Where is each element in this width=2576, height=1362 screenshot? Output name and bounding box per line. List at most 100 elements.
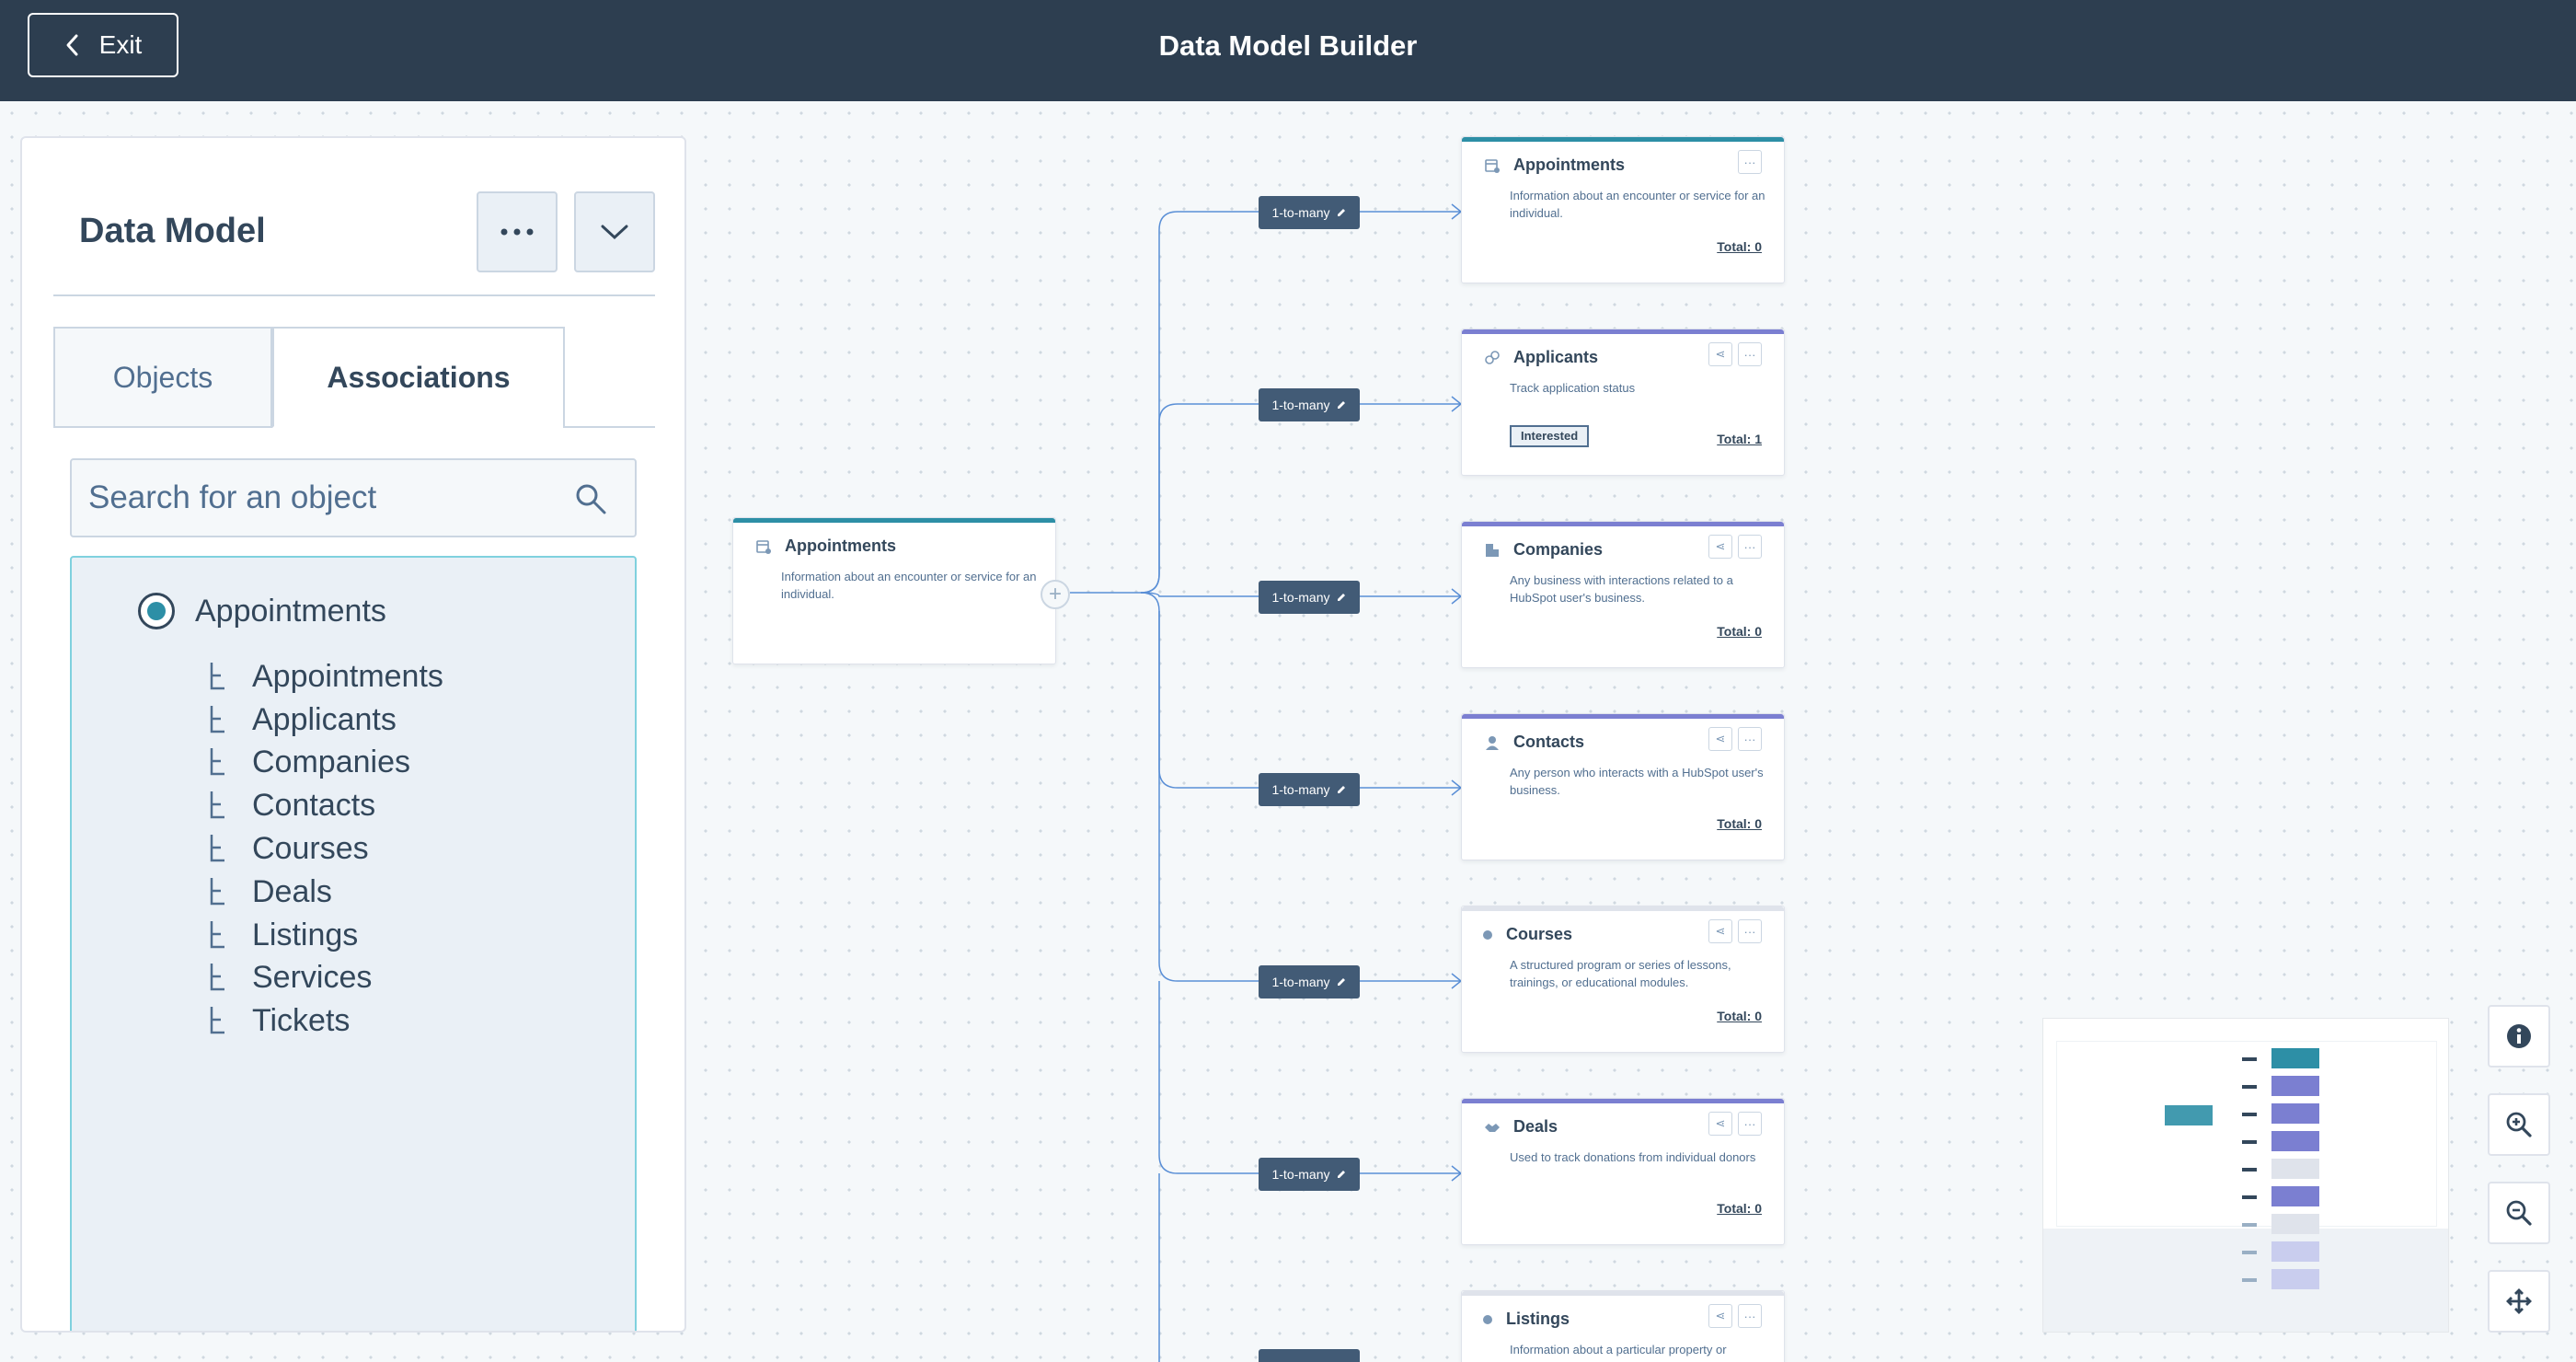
pan-button[interactable]: [2488, 1270, 2550, 1333]
search-input[interactable]: [88, 475, 567, 521]
edge-label-text: 1-to-many: [1271, 398, 1330, 412]
target-card-courses[interactable]: Courses ⋖ ··· A structured program or se…: [1461, 906, 1785, 1053]
card-description: Any person who interacts with a HubSpot …: [1510, 766, 1764, 797]
pencil-icon: [1337, 401, 1345, 409]
card-accent-bar: [733, 518, 1055, 523]
branch-icon: [210, 963, 224, 990]
pencil-icon: [1337, 978, 1345, 986]
card-more-button[interactable]: ···: [1738, 919, 1762, 943]
tree-item[interactable]: Appointments: [208, 659, 443, 695]
ellipsis-icon: [500, 228, 534, 236]
edge-label-text: 1-to-many: [1271, 590, 1330, 605]
edge-label[interactable]: 1-to-many: [1259, 581, 1360, 614]
card-title: Appointments: [785, 537, 896, 555]
tree-item-label: Companies: [252, 744, 410, 779]
card-accent-bar: [1462, 1099, 1784, 1103]
branch-icon: [210, 877, 224, 905]
card-more-button[interactable]: ···: [1738, 150, 1762, 174]
calendar-icon: [1485, 159, 1500, 173]
card-title: Contacts: [1513, 733, 1585, 751]
share-icon[interactable]: ⋖: [1708, 1112, 1732, 1136]
target-card-deals[interactable]: Deals ⋖ ··· Used to track donations from…: [1461, 1098, 1785, 1245]
card-accent-bar: [1462, 906, 1784, 911]
card-more-button[interactable]: ···: [1738, 342, 1762, 366]
card-more-button[interactable]: ···: [1738, 1112, 1762, 1136]
top-bar: Exit Data Model Builder: [0, 0, 2576, 101]
card-total[interactable]: Total: 0: [1717, 624, 1762, 639]
share-icon[interactable]: ⋖: [1708, 919, 1732, 943]
card-accent-bar: [1462, 137, 1784, 142]
card-title: Applicants: [1513, 348, 1599, 366]
zoom-in-icon: [2506, 1112, 2532, 1137]
card-more-button[interactable]: ···: [1738, 727, 1762, 751]
tree-item-label: Applicants: [252, 702, 397, 737]
selected-radio[interactable]: [138, 593, 175, 629]
add-association-button[interactable]: +: [1041, 580, 1070, 609]
edge-label[interactable]: 1-to-many: [1259, 1158, 1360, 1191]
link-icon: [1485, 351, 1500, 364]
target-card-listings[interactable]: Listings ⋖ ··· Information about a parti…: [1461, 1290, 1785, 1362]
card-total[interactable]: Total: 0: [1717, 1009, 1762, 1023]
card-total[interactable]: Total: 0: [1717, 239, 1762, 254]
card-description: Track application status: [1510, 381, 1636, 395]
card-description: A structured program or series of lesson…: [1510, 958, 1731, 989]
tree-item[interactable]: Services: [208, 960, 372, 996]
card-more-button[interactable]: ···: [1738, 535, 1762, 559]
card-description: Information about an encounter or servic…: [1510, 189, 1765, 220]
minimap[interactable]: [2042, 1018, 2449, 1333]
handshake-icon: [1485, 1124, 1500, 1132]
building-icon: [1486, 544, 1499, 557]
zoom-out-button[interactable]: [2488, 1182, 2550, 1244]
tree-item-label: Courses: [252, 831, 369, 866]
chevron-down-icon: [601, 225, 628, 240]
tab-associations[interactable]: Associations: [272, 327, 565, 428]
share-icon[interactable]: ⋖: [1708, 727, 1732, 751]
target-card-appointments[interactable]: Appointments ··· Information about an en…: [1461, 136, 1785, 283]
object-search: [70, 458, 637, 537]
tree-item[interactable]: Applicants: [208, 702, 397, 738]
pencil-icon: [1337, 1171, 1345, 1178]
card-accent-bar: [1462, 329, 1784, 334]
edge-label[interactable]: [1259, 1349, 1360, 1362]
card-total[interactable]: Total: 1: [1717, 432, 1762, 446]
tree-item[interactable]: Listings: [208, 918, 358, 953]
move-icon: [2506, 1288, 2532, 1314]
tree-item[interactable]: Contacts: [208, 788, 375, 824]
tree-item-label: Appointments: [252, 659, 443, 694]
tree-item-label: Deals: [252, 874, 332, 909]
card-total[interactable]: Total: 0: [1717, 1201, 1762, 1216]
tree-root-object[interactable]: Appointments: [138, 593, 386, 629]
branch-icon: [210, 662, 224, 689]
card-total[interactable]: Total: 0: [1717, 816, 1762, 831]
tree-item[interactable]: Tickets: [208, 1003, 350, 1039]
collapse-panel-button[interactable]: [574, 191, 655, 272]
zoom-in-button[interactable]: [2488, 1093, 2550, 1156]
tree-item[interactable]: Deals: [208, 874, 332, 910]
card-more-button[interactable]: ···: [1738, 1304, 1762, 1328]
app-title: Data Model Builder: [1158, 29, 1418, 62]
search-icon[interactable]: [574, 482, 607, 515]
branch-icon: [210, 705, 224, 733]
info-button[interactable]: [2488, 1005, 2550, 1068]
share-icon[interactable]: ⋖: [1708, 342, 1732, 366]
edge-label[interactable]: 1-to-many: [1259, 196, 1360, 229]
branch-icon: [210, 834, 224, 861]
tree-item[interactable]: Courses: [208, 831, 369, 867]
edge-label-text: 1-to-many: [1271, 975, 1330, 989]
target-card-companies[interactable]: Companies ⋖ ··· Any business with intera…: [1461, 521, 1785, 668]
more-options-button[interactable]: [477, 191, 558, 272]
target-card-contacts[interactable]: Contacts ⋖ ··· Any person who interacts …: [1461, 713, 1785, 860]
pencil-icon: [1337, 594, 1345, 601]
card-description: Information about an encounter or servic…: [781, 570, 1037, 601]
target-card-applicants[interactable]: Applicants ⋖ ··· Track application statu…: [1461, 329, 1785, 476]
source-object-card[interactable]: Appointments Information about an encoun…: [732, 517, 1056, 664]
share-icon[interactable]: ⋖: [1708, 535, 1732, 559]
edge-label[interactable]: 1-to-many: [1259, 388, 1360, 421]
share-icon[interactable]: ⋖: [1708, 1304, 1732, 1328]
tab-objects[interactable]: Objects: [53, 327, 272, 428]
edge-label[interactable]: 1-to-many: [1259, 965, 1360, 998]
tree-item[interactable]: Companies: [208, 744, 410, 780]
status-tag: Interested: [1510, 425, 1590, 447]
association-tree: Appointments Appointments Applicants Com…: [70, 556, 637, 1331]
edge-label[interactable]: 1-to-many: [1259, 773, 1360, 806]
